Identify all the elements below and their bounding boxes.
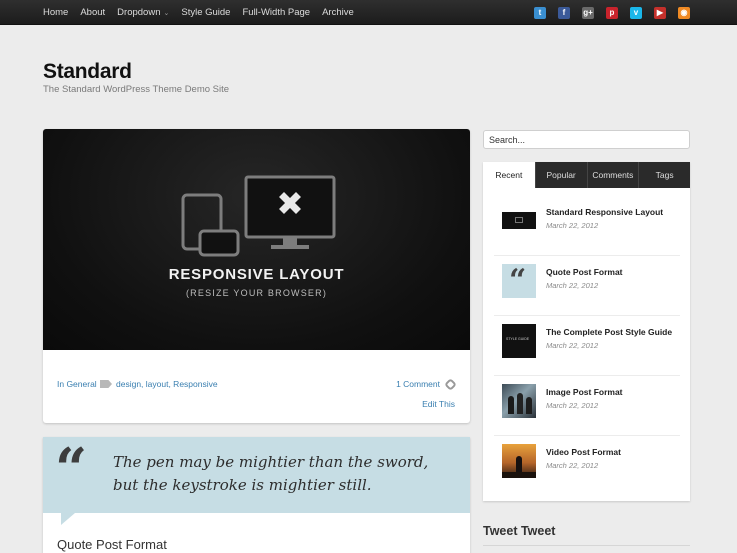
- nav-dropdown-label: Dropdown: [117, 7, 161, 18]
- image-thumbnail[interactable]: [502, 384, 536, 418]
- list-item[interactable]: Standard Responsive Layout March 22, 201…: [494, 196, 680, 256]
- social-icons: t f g+ p v ▶ ◉: [522, 7, 690, 19]
- recent-post-date: March 22, 2012: [546, 281, 599, 290]
- chevron-down-icon: ⌄: [163, 10, 170, 17]
- recent-post-title[interactable]: Video Post Format: [546, 447, 621, 457]
- recent-post-date: March 22, 2012: [546, 221, 599, 230]
- google-plus-icon[interactable]: g+: [582, 7, 594, 19]
- devices-illustration: [181, 175, 336, 257]
- quote-block: “ The pen may be mightier than the sword…: [43, 437, 470, 513]
- recent-post-title[interactable]: Standard Responsive Layout: [546, 207, 663, 217]
- recent-post-title[interactable]: The Complete Post Style Guide: [546, 327, 672, 337]
- nav-style-guide[interactable]: Style Guide: [181, 7, 230, 18]
- twitter-icon[interactable]: t: [534, 7, 546, 19]
- recent-post-title[interactable]: Image Post Format: [546, 387, 623, 397]
- nav-dropdown[interactable]: Dropdown ⌄: [117, 7, 169, 18]
- vimeo-icon[interactable]: v: [630, 7, 642, 19]
- quote-pointer: [61, 513, 75, 525]
- search-input[interactable]: [483, 130, 690, 149]
- site-title[interactable]: Standard: [43, 60, 132, 84]
- responsive-thumbnail[interactable]: [502, 204, 536, 238]
- widget-divider: [483, 545, 690, 546]
- recent-post-date: March 22, 2012: [546, 401, 599, 410]
- quote-text: The pen may be mightier than the sword, …: [113, 453, 429, 494]
- list-item[interactable]: “ Quote Post Format March 22, 2012: [494, 256, 680, 316]
- facebook-icon[interactable]: f: [558, 7, 570, 19]
- post-tags: design, layout, Responsive: [100, 379, 218, 389]
- pinterest-icon[interactable]: p: [606, 7, 618, 19]
- tab-comments[interactable]: Comments: [586, 162, 639, 188]
- tabbed-widget: Recent Popular Comments Tags Standard Re…: [483, 162, 690, 501]
- tag-icon: [100, 380, 112, 388]
- tab-recent[interactable]: Recent: [483, 162, 535, 188]
- recent-post-title[interactable]: Quote Post Format: [546, 267, 623, 277]
- post-comments: 1 Comment: [396, 377, 457, 391]
- recent-post-date: March 22, 2012: [546, 461, 599, 470]
- youtube-icon[interactable]: ▶: [654, 7, 666, 19]
- featured-image-title: RESPONSIVE LAYOUT: [168, 266, 345, 283]
- nav-full-width-page[interactable]: Full-Width Page: [242, 7, 310, 18]
- post-responsive-layout: RESPONSIVE LAYOUT (RESIZE YOUR BROWSER) …: [43, 129, 470, 423]
- nav-archive[interactable]: Archive: [322, 7, 354, 18]
- list-item[interactable]: Image Post Format March 22, 2012: [494, 376, 680, 436]
- style-guide-thumb-text: STYLE GUIDE: [506, 337, 530, 341]
- recent-post-date: March 22, 2012: [546, 341, 599, 350]
- top-nav-bar: Home About Dropdown ⌄ Style Guide Full-Wi…: [0, 0, 737, 25]
- permalink-icon[interactable]: [444, 377, 457, 391]
- quote-icon: “: [55, 436, 88, 502]
- post-tags-links[interactable]: design, layout, Responsive: [116, 379, 218, 389]
- featured-image[interactable]: RESPONSIVE LAYOUT (RESIZE YOUR BROWSER): [43, 129, 470, 350]
- tweet-widget-title: Tweet Tweet: [483, 524, 556, 538]
- quote-thumbnail[interactable]: “: [502, 264, 536, 298]
- quote-icon: “: [509, 264, 527, 298]
- rss-icon[interactable]: ◉: [678, 7, 690, 19]
- tab-tags[interactable]: Tags: [638, 162, 690, 188]
- post-category-link[interactable]: In General: [57, 379, 97, 389]
- nav-home[interactable]: Home: [43, 7, 68, 18]
- list-item[interactable]: STYLE GUIDE The Complete Post Style Guid…: [494, 316, 680, 376]
- style-guide-thumbnail[interactable]: STYLE GUIDE: [502, 324, 536, 358]
- recent-posts-list: Standard Responsive Layout March 22, 201…: [494, 196, 680, 496]
- post-quote-format: “ The pen may be mightier than the sword…: [43, 437, 470, 553]
- nav-about[interactable]: About: [80, 7, 105, 18]
- quote-post-title[interactable]: Quote Post Format: [57, 537, 167, 552]
- list-item[interactable]: Video Post Format March 22, 2012: [494, 436, 680, 496]
- tab-popular[interactable]: Popular: [534, 162, 587, 188]
- featured-image-subtitle: (RESIZE YOUR BROWSER): [185, 288, 328, 298]
- edit-post-link[interactable]: Edit This: [422, 399, 455, 409]
- video-thumbnail[interactable]: [502, 444, 536, 478]
- widget-tabs: Recent Popular Comments Tags: [483, 162, 690, 188]
- main-menu: Home About Dropdown ⌄ Style Guide Full-Wi…: [43, 0, 366, 25]
- comments-link[interactable]: 1 Comment: [396, 379, 440, 389]
- site-description: The Standard WordPress Theme Demo Site: [43, 84, 230, 95]
